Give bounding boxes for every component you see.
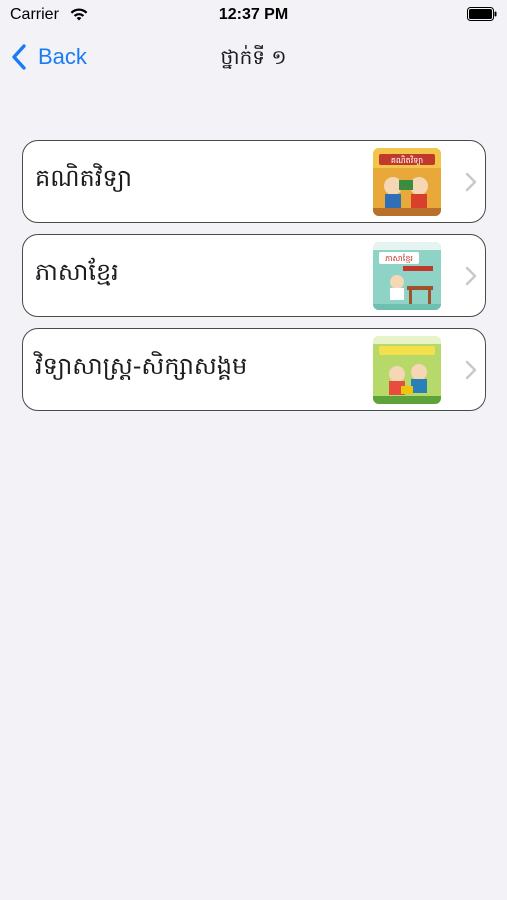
navigation-bar: Back ថ្នាក់ទី ១	[0, 30, 507, 86]
khmer-book-cover-thumbnail: ភាសាខ្មែរ	[373, 242, 441, 310]
subject-list: គណិតវិទ្យា គណិតវិទ្យា ភាសាខ្មែរ ភាសាខ្មែ…	[22, 140, 486, 422]
chevron-right-icon	[465, 266, 477, 286]
page-title: ថ្នាក់ទី ១	[220, 45, 287, 69]
subject-label: ភាសាខ្មែរ	[35, 258, 119, 286]
science-book-cover-thumbnail	[373, 336, 441, 404]
thumb-title: ភាសាខ្មែរ	[385, 253, 413, 263]
subject-label: គណិតវិទ្យា	[35, 164, 133, 192]
status-bar: Carrier 12:37 PM	[0, 0, 507, 30]
subject-label: វិទ្យាសាស្ត្រ-សិក្សាសង្គម	[35, 352, 248, 380]
status-time: 12:37 PM	[218, 6, 289, 23]
screen: Carrier 12:37 PM Back ថ្នាក់ទី ១ គណិតវិទ…	[0, 0, 507, 900]
chevron-right-icon	[465, 360, 477, 380]
math-book-cover-thumbnail: គណិតវិទ្យា	[373, 148, 441, 216]
thumb-title: គណិតវិទ្យា	[391, 155, 424, 165]
subject-row-science-social[interactable]: វិទ្យាសាស្ត្រ-សិក្សាសង្គម	[22, 328, 486, 411]
chevron-right-icon	[465, 172, 477, 192]
subject-row-khmer[interactable]: ភាសាខ្មែរ ភាសាខ្មែរ	[22, 234, 486, 317]
subject-row-math[interactable]: គណិតវិទ្យា គណិតវិទ្យា	[22, 140, 486, 223]
battery-icon	[467, 7, 497, 21]
